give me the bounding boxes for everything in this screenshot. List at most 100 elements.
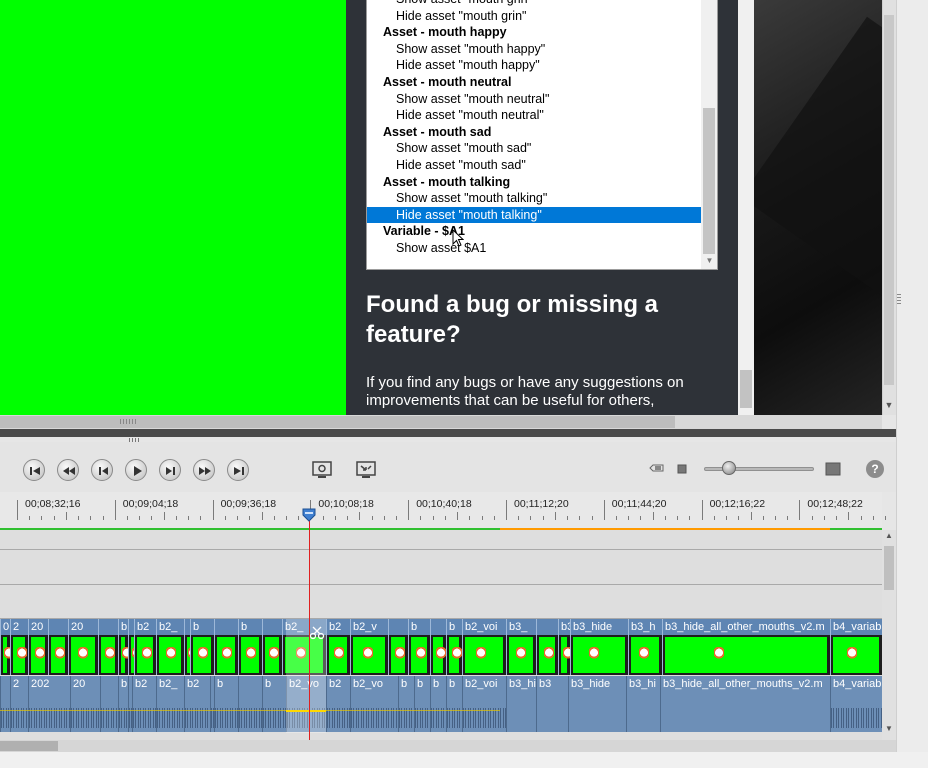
video-clip[interactable]: b3 bbox=[558, 619, 570, 675]
zoom-slider-knob[interactable] bbox=[722, 461, 736, 475]
list-item[interactable]: Show asset $A1 bbox=[367, 240, 701, 256]
audio-clip[interactable]: b bbox=[430, 676, 446, 732]
video-clip[interactable]: b2_voi bbox=[462, 619, 506, 675]
ruler-minor-tick bbox=[285, 516, 287, 520]
list-group-header: Asset - mouth happy bbox=[383, 25, 507, 40]
list-item[interactable]: Show asset "mouth sad" bbox=[367, 140, 701, 156]
tracks-horizontal-scrollbar[interactable] bbox=[0, 740, 896, 752]
video-clip[interactable] bbox=[536, 619, 558, 675]
audio-clip[interactable]: b2 bbox=[184, 676, 210, 732]
tracks-horizontal-scrollbar-thumb[interactable] bbox=[0, 741, 58, 751]
previous-frame-button[interactable] bbox=[91, 459, 113, 481]
list-scrollbar-thumb[interactable] bbox=[703, 108, 715, 254]
video-clip[interactable] bbox=[98, 619, 118, 675]
zoom-slider-track[interactable] bbox=[704, 467, 814, 471]
audio-clip[interactable]: b bbox=[414, 676, 430, 732]
go-to-end-button[interactable] bbox=[227, 459, 249, 481]
audio-clip[interactable]: b2_voi bbox=[462, 676, 506, 732]
list-item[interactable]: Hide asset "mouth grin" bbox=[367, 8, 701, 24]
audio-clip[interactable] bbox=[100, 676, 118, 732]
video-clip[interactable]: b3_hide bbox=[570, 619, 628, 675]
next-frame-button[interactable] bbox=[159, 459, 181, 481]
audio-clip[interactable]: 202 bbox=[28, 676, 70, 732]
video-clip[interactable]: b bbox=[446, 619, 462, 675]
audio-clip[interactable]: b3_hide bbox=[568, 676, 626, 732]
video-clip[interactable]: 20 bbox=[68, 619, 98, 675]
audio-clip[interactable]: b2_ bbox=[156, 676, 184, 732]
list-item[interactable]: Show asset "mouth grin" bbox=[367, 0, 701, 7]
audio-clip[interactable]: b3 bbox=[536, 676, 568, 732]
scroll-down-icon[interactable]: ▼ bbox=[882, 724, 896, 736]
video-clip[interactable]: b2_ bbox=[156, 619, 184, 675]
audio-clip[interactable]: 2 bbox=[10, 676, 28, 732]
scroll-up-icon[interactable]: ▲ bbox=[882, 531, 896, 543]
video-clip[interactable]: b3_h bbox=[628, 619, 662, 675]
audio-clip[interactable]: b4_variab bbox=[830, 676, 882, 732]
list-item[interactable]: Hide asset "mouth talking" bbox=[367, 206, 701, 223]
list-scroll-down-icon[interactable]: ▼ bbox=[701, 254, 717, 268]
video-clip[interactable] bbox=[388, 619, 408, 675]
list-item[interactable]: Hide asset "mouth neutral" bbox=[367, 107, 701, 123]
fullscreen-preview-button[interactable] bbox=[355, 459, 377, 481]
audio-clip[interactable]: b2 bbox=[326, 676, 350, 732]
list-item[interactable]: Show asset "mouth talking" bbox=[367, 190, 701, 206]
video-clip[interactable] bbox=[48, 619, 68, 675]
video-clip[interactable]: b4_variab bbox=[830, 619, 882, 675]
video-clip[interactable] bbox=[214, 619, 238, 675]
tracks-vertical-scrollbar-thumb[interactable] bbox=[884, 546, 894, 590]
video-clip[interactable]: b bbox=[408, 619, 430, 675]
zoom-out-track-button[interactable] bbox=[648, 459, 666, 481]
audio-clip[interactable]: b3_hi bbox=[626, 676, 660, 732]
event-list-box[interactable]: Show asset "mouth grin"Hide asset "mouth… bbox=[366, 0, 718, 270]
list-item[interactable]: Show asset "mouth happy" bbox=[367, 41, 701, 57]
small-view-button[interactable] bbox=[676, 459, 688, 481]
clip-title: b2_voi bbox=[463, 619, 506, 635]
preview-monitor-button[interactable] bbox=[311, 459, 333, 481]
video-clip[interactable]: b bbox=[190, 619, 214, 675]
video-clip[interactable]: b bbox=[238, 619, 262, 675]
preview-vertical-scrollbar-thumb[interactable] bbox=[884, 15, 894, 385]
preview-horizontal-scrollbar-thumb[interactable] bbox=[0, 416, 675, 428]
go-to-start-button[interactable] bbox=[23, 459, 45, 481]
ruler-tick-label: 00;09;04;18 bbox=[122, 498, 179, 510]
list-item[interactable]: Show asset "mouth neutral" bbox=[367, 91, 701, 107]
audio-clip[interactable]: b3_hide_all_other_mouths_v2.m bbox=[660, 676, 830, 732]
video-clip[interactable]: b2_v bbox=[350, 619, 388, 675]
previous-marker-button[interactable] bbox=[57, 459, 79, 481]
audio-clip[interactable] bbox=[0, 676, 10, 732]
audio-clip[interactable]: b3_hi bbox=[506, 676, 536, 732]
playhead-handle-icon[interactable] bbox=[302, 508, 316, 522]
audio-clip[interactable]: b bbox=[214, 676, 238, 732]
video-clip[interactable]: 2 bbox=[10, 619, 28, 675]
video-clip[interactable] bbox=[430, 619, 446, 675]
vertical-splitter-grip-icon[interactable] bbox=[897, 292, 901, 304]
next-marker-button[interactable] bbox=[193, 459, 215, 481]
audio-clip[interactable]: 20 bbox=[70, 676, 100, 732]
play-button[interactable] bbox=[125, 459, 147, 481]
audio-clip[interactable]: b2 bbox=[132, 676, 156, 732]
audio-clip[interactable]: b bbox=[118, 676, 128, 732]
video-clip[interactable]: b3_ bbox=[506, 619, 536, 675]
audio-clip[interactable]: b bbox=[446, 676, 462, 732]
video-clip[interactable]: 20 bbox=[28, 619, 48, 675]
clip-title: 20 bbox=[69, 619, 98, 635]
video-clip[interactable]: b bbox=[118, 619, 128, 675]
audio-clip[interactable]: b bbox=[262, 676, 286, 732]
video-clip[interactable]: b3_hide_all_other_mouths_v2.m bbox=[662, 619, 830, 675]
audio-clip[interactable] bbox=[238, 676, 262, 732]
large-view-button[interactable] bbox=[824, 459, 844, 481]
video-clip[interactable]: 0 bbox=[0, 619, 10, 675]
list-item[interactable]: Hide asset "mouth happy" bbox=[367, 57, 701, 73]
video-clip[interactable] bbox=[262, 619, 282, 675]
list-item[interactable]: Hide asset "mouth sad" bbox=[367, 157, 701, 173]
audio-clip[interactable]: b bbox=[398, 676, 414, 732]
video-clip[interactable]: b2 bbox=[134, 619, 156, 675]
video-clip[interactable]: b2 bbox=[326, 619, 350, 675]
go-to-end-icon bbox=[234, 467, 244, 475]
page-scrollbar[interactable] bbox=[738, 0, 754, 415]
panel-splitter[interactable] bbox=[0, 429, 896, 437]
audio-clip[interactable]: b2_vo bbox=[350, 676, 398, 732]
page-scrollbar-thumb[interactable] bbox=[740, 370, 752, 408]
help-button[interactable]: ? bbox=[866, 460, 884, 478]
scroll-down-icon[interactable]: ▼ bbox=[882, 398, 896, 412]
